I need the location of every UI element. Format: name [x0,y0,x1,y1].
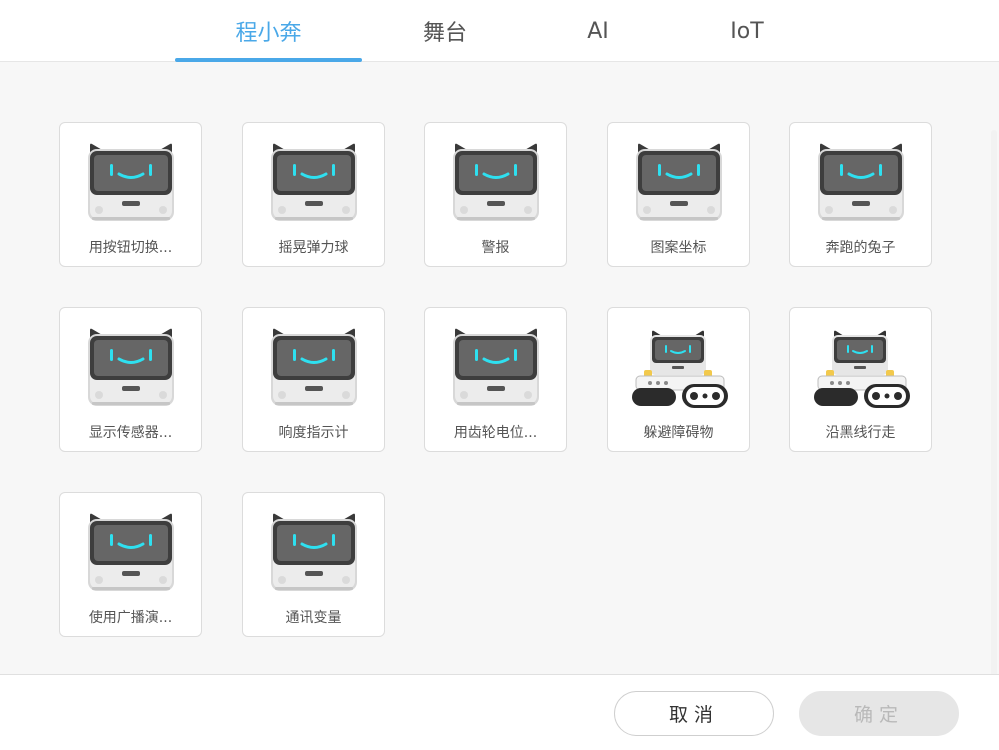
codey-robot-icon [269,513,359,593]
codey-rocky-car-icon [812,326,912,410]
example-label: 显示传感器... [88,425,173,441]
example-label: 摇晃弹力球 [278,240,349,256]
dialog-footer: 取消 确定 [0,674,999,750]
example-card[interactable]: 躲避障碍物 [607,307,750,452]
example-label: 躲避障碍物 [643,425,714,441]
example-label: 警报 [481,240,510,256]
example-card[interactable]: 摇晃弹力球 [242,122,385,267]
example-label: 使用广播演... [88,610,173,626]
example-label: 奔跑的兔子 [825,240,896,256]
tab-bar: 程小奔 舞台 AI IoT [0,0,999,62]
tab-stage[interactable]: 舞台 [395,0,495,62]
codey-robot-icon [634,143,724,223]
example-card[interactable]: 警报 [424,122,567,267]
codey-robot-icon [269,143,359,223]
example-label: 通讯变量 [285,610,342,626]
cancel-button[interactable]: 取消 [614,691,774,736]
example-label: 沿黑线行走 [825,425,896,441]
tab-label: 舞台 [422,21,467,46]
example-card[interactable]: 奔跑的兔子 [789,122,932,267]
codey-robot-icon [86,328,176,408]
tab-iot[interactable]: IoT [705,0,789,62]
example-card[interactable]: 用按钮切换... [59,122,202,267]
example-card[interactable]: 沿黑线行走 [789,307,932,452]
scrollbar[interactable] [991,130,997,710]
example-card[interactable]: 图案坐标 [607,122,750,267]
example-label: 用按钮切换... [88,240,173,256]
example-label: 响度指示计 [278,425,349,441]
examples-grid: 用按钮切换... 摇晃弹力球 警报 图案坐标 奔跑的兔子 显示传感器... 响度… [0,62,999,710]
codey-robot-icon [451,328,541,408]
tab-label: 程小奔 [235,21,302,46]
codey-robot-icon [816,143,906,223]
example-label: 用齿轮电位... [453,425,538,441]
tab-codey[interactable]: 程小奔 [175,0,362,62]
example-label: 图案坐标 [650,240,707,256]
example-card[interactable]: 显示传感器... [59,307,202,452]
example-card[interactable]: 响度指示计 [242,307,385,452]
tab-label: IoT [730,18,764,44]
example-card[interactable]: 使用广播演... [59,492,202,637]
codey-robot-icon [86,513,176,593]
example-card[interactable]: 用齿轮电位... [424,307,567,452]
tab-label: AI [587,18,609,44]
confirm-button[interactable]: 确定 [799,691,959,736]
tab-ai[interactable]: AI [560,0,636,62]
codey-rocky-car-icon [630,326,730,410]
codey-robot-icon [451,143,541,223]
codey-robot-icon [269,328,359,408]
example-card[interactable]: 通讯变量 [242,492,385,637]
codey-robot-icon [86,143,176,223]
